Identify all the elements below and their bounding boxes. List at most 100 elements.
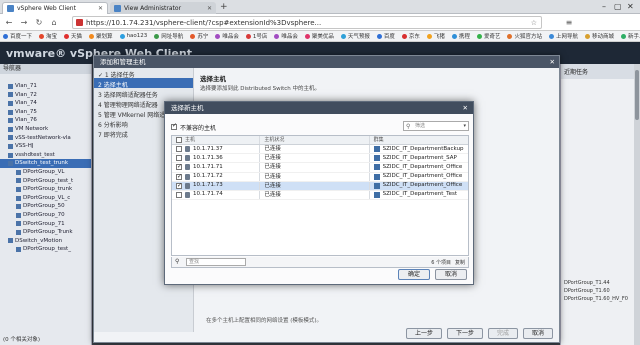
- navigator-item[interactable]: Vlan_75: [0, 108, 91, 117]
- home-icon[interactable]: ⌂: [48, 18, 60, 27]
- close-tab-icon[interactable]: ✕: [98, 5, 103, 12]
- host-checkbox[interactable]: [176, 172, 182, 181]
- navigator-item[interactable]: DPortGroup_VL_c: [0, 194, 91, 203]
- column-cluster[interactable]: 群集: [368, 136, 468, 144]
- host-checkbox[interactable]: [176, 181, 182, 190]
- bookmark-item[interactable]: hao123: [119, 33, 147, 39]
- navigator-item[interactable]: DSwitch_vMotion: [0, 237, 91, 246]
- chevron-down-icon[interactable]: ▾: [463, 122, 466, 130]
- navigator-item[interactable]: Vlan_72: [0, 91, 91, 100]
- dialog-close-icon[interactable]: ✕: [463, 102, 468, 114]
- recent-task-item[interactable]: DPortGroup_T1.60: [561, 287, 640, 295]
- reload-icon[interactable]: ↻: [33, 18, 45, 27]
- navigator-item[interactable]: DPortGroup_50: [0, 202, 91, 211]
- navigator-item[interactable]: DPortGroup_test_: [0, 245, 91, 254]
- template-mode-text[interactable]: 在多个主机上配置相同的网络设置 (模板模式)。: [206, 316, 322, 324]
- wizard-step[interactable]: 2 选择主机: [94, 78, 193, 88]
- forward-icon[interactable]: →: [18, 18, 30, 27]
- scrollbar-thumb[interactable]: [635, 70, 639, 120]
- wizard-cancel-button[interactable]: 取消: [522, 328, 553, 339]
- bookmark-star-icon[interactable]: ☆: [531, 19, 537, 27]
- navigator-item[interactable]: DPortGroup_Trunk: [0, 228, 91, 237]
- bookmark-item[interactable]: 天猫: [64, 32, 82, 40]
- wizard-step[interactable]: 3 选择网络适配器任务: [94, 88, 193, 98]
- address-bar[interactable]: https://10.1.74.231/vsphere-client/?csp#…: [72, 16, 542, 29]
- navigator-item[interactable]: Vlan_71: [0, 82, 91, 91]
- bookmark-item[interactable]: 唯品会: [215, 32, 239, 40]
- minimize-icon[interactable]: –: [602, 2, 606, 11]
- host-checkbox[interactable]: [176, 155, 182, 162]
- filter-input[interactable]: ⚲ 筛选 ▾: [403, 121, 469, 131]
- column-host-state[interactable]: 主机状况: [259, 136, 368, 144]
- bookmark-item[interactable]: 苏宁: [190, 32, 208, 40]
- bookmark-item[interactable]: 天气预报: [340, 32, 370, 40]
- close-window-icon[interactable]: ✕: [627, 2, 634, 11]
- recent-task-item[interactable]: DPortGroup_T1.44: [561, 279, 640, 287]
- back-button[interactable]: 上一步: [405, 328, 442, 339]
- bookmark-item[interactable]: 携程: [451, 32, 470, 40]
- port-group-icon: [16, 169, 21, 175]
- bookmark-item[interactable]: 爱奇艺: [476, 32, 500, 40]
- select-all-checkbox[interactable]: [176, 137, 182, 143]
- new-tab-icon[interactable]: +: [220, 2, 228, 12]
- bookmark-item[interactable]: 百度一下: [3, 32, 32, 40]
- navigator-item[interactable]: VM Network: [0, 125, 91, 134]
- bookmark-item[interactable]: 百度: [376, 32, 395, 40]
- page-scrollbar[interactable]: [634, 64, 640, 345]
- host-checkbox[interactable]: [176, 162, 182, 172]
- navigator-item[interactable]: DPortGroup_test_t: [0, 177, 91, 186]
- host-checkbox[interactable]: [176, 146, 182, 153]
- wizard-close-icon[interactable]: ✕: [550, 56, 555, 68]
- bookmark-favicon-icon: [585, 33, 590, 39]
- tab-vsphere-web-client[interactable]: vSphere Web Client ✕: [2, 2, 108, 14]
- tab-view-administrator[interactable]: View Administrator ✕: [110, 2, 216, 14]
- navigator-item[interactable]: VSS-HJ: [0, 142, 91, 151]
- find-icon[interactable]: ⚲: [175, 259, 179, 265]
- bookmark-label: 飞猪: [433, 34, 445, 40]
- bookmark-item[interactable]: 聚美优品: [304, 32, 334, 40]
- host-icon: [185, 173, 190, 180]
- back-icon[interactable]: ←: [3, 18, 15, 27]
- ok-button[interactable]: 确定: [398, 269, 430, 280]
- bookmark-item[interactable]: 京东: [401, 32, 420, 40]
- column-host[interactable]: 主机: [185, 136, 195, 145]
- bookmark-item[interactable]: 网址导航: [154, 32, 183, 40]
- navigator-item[interactable]: vsshdtest_test: [0, 151, 91, 160]
- host-checkbox[interactable]: [176, 192, 182, 199]
- copy-button[interactable]: 复制: [455, 259, 465, 266]
- finish-button[interactable]: 完成: [487, 328, 518, 339]
- table-row[interactable]: 10.1.71.74 已连接 SZIDC_IT_Department_Test: [172, 190, 468, 201]
- maximize-icon[interactable]: ▢: [614, 2, 622, 11]
- navigator-item[interactable]: DSwitch_test_trunk: [0, 159, 91, 168]
- bookmark-item[interactable]: 1号店: [245, 32, 267, 40]
- bookmark-item[interactable]: 淘宝: [39, 32, 57, 40]
- navigator-item[interactable]: Vlan_74: [0, 99, 91, 108]
- menu-icon[interactable]: ≡: [563, 18, 575, 27]
- navigator-item[interactable]: Vlan_76: [0, 116, 91, 125]
- navigator-item[interactable]: DPortGroup_VL: [0, 168, 91, 177]
- bookmark-item[interactable]: 火狐官方站: [507, 32, 542, 40]
- wizard-heading: 选择主机: [200, 75, 226, 83]
- incompatible-hosts-checkbox[interactable]: [171, 122, 177, 130]
- bookmark-item[interactable]: 移动商城: [585, 32, 614, 40]
- bookmark-favicon-icon: [39, 33, 45, 39]
- find-input[interactable]: 查找: [186, 258, 246, 266]
- bookmark-item[interactable]: 新手上路: [621, 32, 640, 40]
- navigator-item[interactable]: DPortGroup_trunk: [0, 185, 91, 194]
- vmware-favicon-icon: [7, 5, 14, 12]
- host-state: 已连接: [259, 145, 368, 154]
- bookmark-item[interactable]: 唯品会: [274, 32, 298, 40]
- navigator-item[interactable]: DPortGroup_70: [0, 211, 91, 220]
- next-button[interactable]: 下一步: [446, 328, 483, 339]
- navigator-title: 导航器: [0, 64, 91, 74]
- bookmark-item[interactable]: 聚划算: [89, 32, 113, 40]
- bookmark-item[interactable]: 飞猪: [426, 32, 445, 40]
- navigator-back-row[interactable]: [0, 74, 91, 82]
- navigator-item[interactable]: DPortGroup_71: [0, 220, 91, 229]
- close-tab-icon[interactable]: ✕: [207, 5, 212, 12]
- wizard-step[interactable]: ✓ 1 选择任务: [94, 68, 193, 78]
- recent-task-item[interactable]: DPortGroup_T1.60_HV_F0: [561, 295, 640, 303]
- navigator-item[interactable]: vSS-testNetwork-vla: [0, 134, 91, 143]
- dialog-cancel-button[interactable]: 取消: [435, 269, 467, 280]
- bookmark-item[interactable]: 上网导航: [548, 32, 578, 40]
